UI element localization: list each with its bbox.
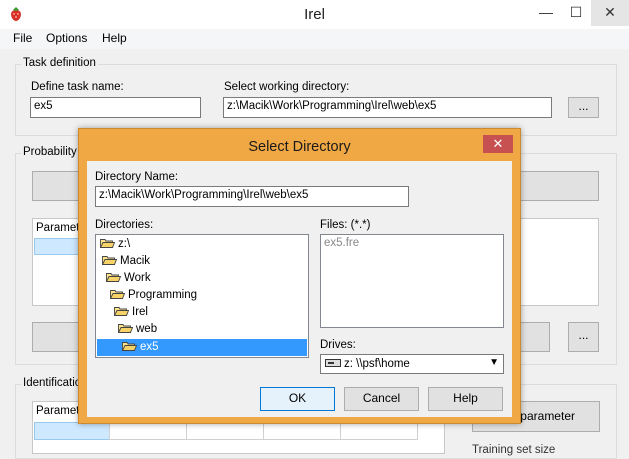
task-definition-label: Task definition xyxy=(21,57,98,69)
probability-action-button-left[interactable] xyxy=(32,171,80,201)
tree-item-label: Irel xyxy=(132,306,148,318)
tree-item-work[interactable]: Work xyxy=(106,270,151,286)
probability-bottom-button-right[interactable] xyxy=(519,322,550,352)
menu-file[interactable]: File xyxy=(13,31,32,45)
task-name-input[interactable]: ex5 xyxy=(30,97,201,118)
identification-cell[interactable] xyxy=(263,422,341,440)
open-folder-icon xyxy=(118,324,133,333)
open-folder-icon xyxy=(100,239,115,248)
tree-item-programming[interactable]: Programming xyxy=(110,287,197,303)
tree-item-label: Macik xyxy=(120,255,151,267)
directories-tree[interactable]: z:\ Macik Work Programming Irel web ex5 xyxy=(95,234,309,358)
close-button[interactable]: ✕ xyxy=(591,0,629,26)
drives-label: Drives: xyxy=(320,339,356,351)
minimize-button[interactable]: — xyxy=(531,0,561,26)
training-set-size-label: Training set size xyxy=(472,444,556,456)
drives-select[interactable]: z: \\psf\home ▼ xyxy=(320,354,504,374)
chevron-down-icon: ▼ xyxy=(489,357,499,368)
task-name-label: Define task name: xyxy=(31,81,124,93)
probability-browse-button[interactable]: ... xyxy=(568,322,599,352)
files-label: Files: (*.*) xyxy=(320,219,371,231)
identification-cell[interactable] xyxy=(186,422,264,440)
dialog-close-button[interactable]: ✕ xyxy=(483,135,513,153)
open-folder-icon xyxy=(122,342,137,351)
identification-cell[interactable] xyxy=(340,422,418,440)
files-list[interactable]: ex5.fre xyxy=(320,234,504,328)
drive-value: z: \\psf\home xyxy=(344,358,410,370)
cancel-button[interactable]: Cancel xyxy=(344,387,419,411)
probability-bottom-button-left[interactable] xyxy=(32,322,80,352)
tree-item-macik[interactable]: Macik xyxy=(102,253,150,269)
file-item[interactable]: ex5.fre xyxy=(324,237,359,249)
probability-action-button-right[interactable] xyxy=(519,171,599,201)
menu-help[interactable]: Help xyxy=(102,31,127,45)
directory-name-label: Directory Name: xyxy=(95,171,179,183)
dialog-title: Select Directory xyxy=(248,139,351,155)
working-directory-input[interactable]: z:\Macik\Work\Programming\Irel\web\ex5 xyxy=(223,97,552,118)
working-directory-label: Select working directory: xyxy=(224,81,350,93)
dialog-body: Directory Name: z:\Macik\Work\Programmin… xyxy=(87,161,512,417)
directories-label: Directories: xyxy=(95,219,154,231)
open-folder-icon xyxy=(114,307,129,316)
tree-item-label: Programming xyxy=(128,289,198,301)
title-bar: Irel — ☐ ✕ xyxy=(0,0,629,29)
tree-item-root[interactable]: z:\ xyxy=(100,236,130,252)
ok-button[interactable]: OK xyxy=(260,387,335,411)
identification-selected-cell[interactable] xyxy=(34,422,110,440)
open-folder-icon xyxy=(106,273,121,282)
tree-item-irel[interactable]: Irel xyxy=(114,304,148,320)
maximize-button[interactable]: ☐ xyxy=(561,0,591,26)
browse-directory-button[interactable]: ... xyxy=(568,97,599,118)
open-folder-icon xyxy=(102,256,117,265)
menu-bar: File Options Help xyxy=(0,29,629,49)
tree-item-ex5-selected[interactable]: ex5 xyxy=(97,339,307,356)
tree-item-web[interactable]: web xyxy=(118,321,157,337)
tree-item-label: ex5 xyxy=(140,341,159,353)
help-button[interactable]: Help xyxy=(428,387,503,411)
tree-item-label: Work xyxy=(124,272,151,284)
directory-name-input[interactable]: z:\Macik\Work\Programming\Irel\web\ex5 xyxy=(95,186,409,207)
select-directory-dialog: Select Directory ✕ Directory Name: z:\Ma… xyxy=(78,128,521,424)
open-folder-icon xyxy=(110,290,125,299)
tree-item-label: z:\ xyxy=(118,238,131,250)
identification-cell[interactable] xyxy=(109,422,187,440)
tree-item-label: web xyxy=(136,323,158,335)
probability-table-selected-cell[interactable] xyxy=(34,238,80,255)
menu-options[interactable]: Options xyxy=(46,31,87,45)
network-drive-icon xyxy=(325,359,341,367)
